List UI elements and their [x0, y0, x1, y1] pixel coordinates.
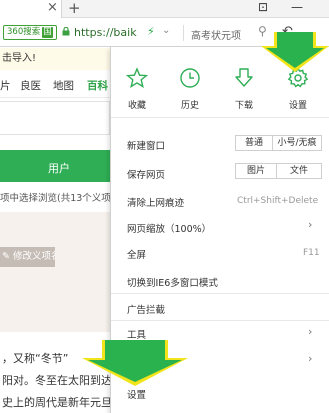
- article-line: ，又称“冬节”: [2, 352, 69, 365]
- settings-button[interactable]: 设置: [278, 67, 318, 117]
- clock-icon: [180, 68, 200, 88]
- fullscreen-shortcut: F11: [303, 248, 320, 258]
- user-button-label: 用户: [48, 162, 70, 175]
- nav-item-baike[interactable]: 百科: [87, 78, 108, 93]
- edit-sense-button[interactable]: ✎ 修改义项名: [0, 247, 55, 267]
- search-engine-label: 360搜索: [7, 27, 41, 37]
- menu-item-ie6-mode[interactable]: 切换到IE6多窗口模式: [127, 275, 218, 289]
- new-private-window-button[interactable]: 小号/无痕: [272, 135, 322, 151]
- url-input[interactable]: https://baik: [74, 26, 137, 39]
- menu-divider: [111, 293, 329, 294]
- nav-item-map[interactable]: 地图: [53, 78, 74, 93]
- history-button[interactable]: 历史: [170, 67, 210, 117]
- pointer-arrow-icon: [261, 32, 329, 72]
- lightning-icon[interactable]: ⚡: [147, 25, 155, 38]
- menu-item-settings[interactable]: 设置: [127, 387, 146, 401]
- clear-history-shortcut: Ctrl+Shift+Delete: [237, 196, 319, 206]
- favorites-label: 收藏: [127, 101, 146, 111]
- menu-divider: [111, 320, 329, 321]
- tab-bar: × + ⊡ —: [0, 0, 329, 18]
- browser-tab[interactable]: ×: [0, 0, 62, 18]
- new-normal-window-button[interactable]: 普通: [235, 135, 273, 151]
- settings-label: 设置: [288, 101, 307, 111]
- menu-item-new-window[interactable]: 新建窗口: [127, 138, 165, 152]
- new-tab-icon[interactable]: +: [68, 0, 81, 16]
- chevron-right-icon: ›: [308, 218, 313, 231]
- close-tab-icon[interactable]: ×: [47, 1, 58, 15]
- nav-item-pictures[interactable]: 片: [0, 78, 11, 93]
- history-label: 历史: [180, 101, 199, 111]
- download-label: 下载: [234, 101, 253, 111]
- download-button[interactable]: 下载: [224, 67, 264, 117]
- chevron-right-icon: ›: [308, 325, 313, 338]
- menu-item-clear-history[interactable]: 清除上网痕迹: [127, 195, 184, 209]
- lock-icon: [62, 27, 70, 36]
- pointer-arrow-icon: [82, 340, 188, 386]
- edit-sense-label: 修改义项名: [12, 251, 55, 262]
- nav-item-doctor[interactable]: 良医: [20, 78, 41, 93]
- menu-item-save-page[interactable]: 保存网页: [127, 167, 165, 181]
- sense-description: 项中选择浏览(共13个义项): [0, 193, 110, 204]
- favorites-button[interactable]: 收藏: [117, 67, 157, 117]
- menu-divider: [111, 117, 329, 118]
- menu-item-zoom[interactable]: 网页缩放（100%）: [127, 221, 211, 235]
- divider: [183, 25, 184, 41]
- restore-window-icon[interactable]: ⊡: [258, 0, 268, 14]
- chevron-right-icon: ›: [308, 352, 313, 365]
- menu-item-tools[interactable]: 工具: [127, 327, 146, 341]
- chevron-down-icon[interactable]: ⌄: [162, 25, 170, 36]
- search-input[interactable]: 高考状元项: [191, 27, 241, 42]
- menu-item-fullscreen[interactable]: 全屏: [127, 247, 146, 261]
- menu-item-ad-block[interactable]: 广告拦截: [127, 302, 165, 316]
- save-picture-button[interactable]: 图片: [235, 163, 277, 179]
- star-icon: [126, 67, 148, 88]
- search-field[interactable]: [0, 101, 110, 135]
- minimize-window-icon[interactable]: —: [291, 0, 303, 14]
- save-file-button[interactable]: 文件: [276, 163, 322, 179]
- content-panel: [0, 212, 110, 332]
- article-line: 史上的周代是新年元旦: [2, 396, 112, 409]
- download-icon: [235, 68, 253, 87]
- search-engine-badge[interactable]: 360搜索国: [3, 25, 57, 40]
- search-engine-tag: 国: [42, 27, 53, 38]
